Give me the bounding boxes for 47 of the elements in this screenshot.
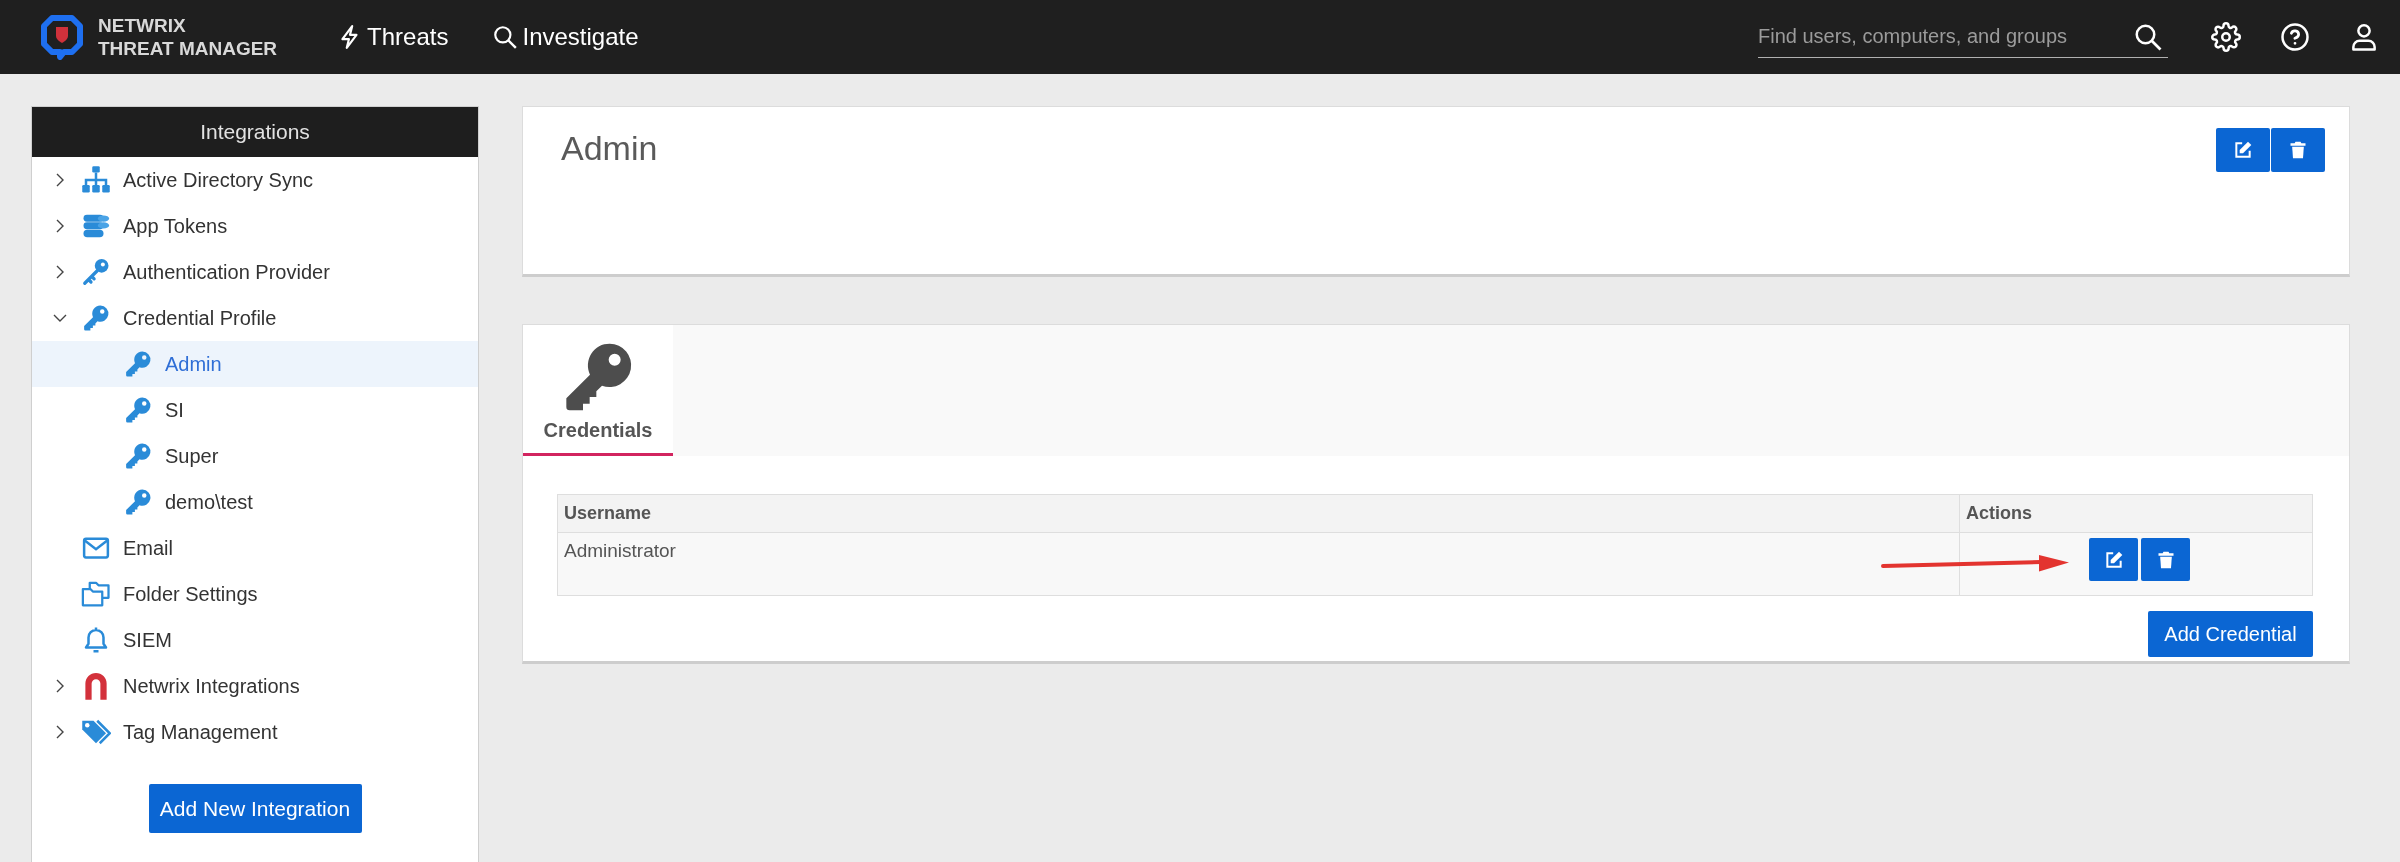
key-icon bbox=[123, 441, 153, 471]
tree-item[interactable]: Folder Settings bbox=[32, 571, 478, 617]
tree-item[interactable]: Admin bbox=[32, 341, 478, 387]
table-cell: Administrator bbox=[557, 532, 1960, 596]
key-icon bbox=[123, 487, 153, 517]
column-header: Actions bbox=[1959, 494, 2313, 533]
logo-icon bbox=[40, 14, 84, 60]
product-name: THREAT MANAGER bbox=[98, 37, 278, 60]
tree-item[interactable]: SIEM bbox=[32, 617, 478, 663]
key-icon bbox=[81, 303, 111, 333]
tree-item[interactable]: Email bbox=[32, 525, 478, 571]
search-icon bbox=[492, 24, 519, 50]
edit-icon bbox=[2103, 549, 2124, 570]
key-icon bbox=[81, 257, 111, 287]
settings-icon[interactable] bbox=[2211, 22, 2241, 52]
help-icon[interactable] bbox=[2280, 22, 2310, 52]
trash-icon bbox=[2288, 140, 2308, 160]
tree-item[interactable]: Authentication Provider bbox=[32, 249, 478, 295]
tree-item[interactable]: Super bbox=[32, 433, 478, 479]
brand-name: NETWRIX bbox=[98, 14, 187, 37]
tab[interactable]: Credentials bbox=[523, 325, 673, 456]
tree-item[interactable]: Netwrix Integrations bbox=[32, 663, 478, 709]
nav-link[interactable]: Investigate bbox=[492, 23, 639, 51]
tree-item[interactable]: Active Directory Sync bbox=[32, 157, 478, 203]
user-icon[interactable] bbox=[2349, 22, 2379, 52]
delete-button[interactable] bbox=[2141, 538, 2190, 581]
key-icon bbox=[123, 349, 153, 379]
edit-icon bbox=[2233, 140, 2253, 160]
nav-link[interactable]: Threats bbox=[337, 23, 449, 51]
sitemap-icon bbox=[81, 165, 111, 195]
tree-item[interactable]: Credential Profile bbox=[32, 295, 478, 341]
tree-item[interactable]: Tag Management bbox=[32, 709, 478, 755]
search-field[interactable]: Find users, computers, and groups bbox=[1758, 16, 2168, 58]
column-header: Username bbox=[557, 494, 1960, 533]
add-integration-button[interactable]: Add New Integration bbox=[148, 784, 362, 833]
tree-item[interactable]: SI bbox=[32, 387, 478, 433]
edit-button[interactable] bbox=[2216, 128, 2270, 172]
tree-item[interactable]: demo\test bbox=[32, 479, 478, 525]
profile-title: Admin bbox=[561, 128, 658, 169]
sidebar-title: Integrations bbox=[32, 107, 478, 157]
tree-item[interactable]: App Tokens bbox=[32, 203, 478, 249]
delete-button[interactable] bbox=[2271, 128, 2325, 172]
add-credential-button[interactable]: Add Credential bbox=[2148, 611, 2313, 657]
key-icon bbox=[123, 395, 153, 425]
folders-icon bbox=[81, 579, 111, 609]
tags-icon bbox=[81, 717, 111, 747]
edit-button[interactable] bbox=[2089, 538, 2138, 581]
